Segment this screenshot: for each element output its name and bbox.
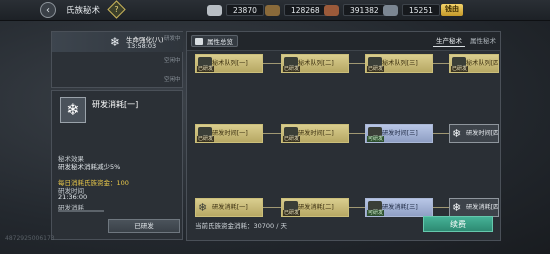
tech-node-label: 研发消耗[二] — [298, 204, 334, 211]
tab-attribute[interactable]: 属性秘术 — [467, 35, 499, 47]
tree-connector — [349, 63, 365, 64]
tech-node-label: 研发消耗[三] — [382, 204, 418, 211]
research-queue: ❄ 生命强化(八) 13:58:03 研发中 空闲中 空闲中 — [51, 31, 183, 88]
tech-node-status: 已研发 — [451, 66, 469, 72]
tech-node-label: 研发时间[一] — [212, 130, 248, 137]
tree-connector — [263, 207, 281, 208]
tech-node-label: 研发时间[四] — [466, 130, 499, 137]
tech-node-status: 可研发 — [367, 210, 385, 216]
attribute-overview-label: 属性总览 — [207, 38, 233, 46]
clan-funds-consumption: 当前氏族资金消耗：30700 / 天 — [195, 222, 287, 230]
tech-node-status: 已研发 — [197, 136, 215, 142]
tech-node[interactable]: ❄ 研发消耗[一] — [195, 198, 263, 217]
tech-node[interactable]: 研发时间[二] 已研发 — [281, 124, 349, 143]
snowflake-icon: ❄ — [452, 201, 462, 214]
tech-node-status: 已研发 — [367, 66, 385, 72]
tech-tree-panel: 属性总览 生产秘术 属性秘术 秘术队列[一] 已研发 秘术队列[二] 已研发 秘… — [186, 31, 501, 241]
tree-connector — [433, 133, 449, 134]
tech-node-status: 已研发 — [283, 136, 301, 142]
tech-node-status: 可研发 — [367, 136, 385, 142]
tree-connector — [349, 207, 365, 208]
help-diamond-icon[interactable]: ? — [107, 0, 126, 19]
tech-node[interactable]: 秘术队列[四] 已研发 — [449, 54, 499, 73]
tech-node-status: 已研发 — [283, 210, 301, 216]
tree-connector — [433, 207, 449, 208]
tech-node-label: 研发消耗[一] — [212, 204, 248, 211]
resource-value: 391382 — [343, 4, 386, 16]
queue-slot-status: 研发中 — [164, 36, 181, 42]
food-icon — [324, 4, 339, 16]
tech-detail-panel: ❄ 研发消耗[一] 秘术效果 研发秘术消耗减少5% 每日消耗氏族资金：100 研… — [51, 90, 183, 240]
back-arrow-icon[interactable]: ‹ — [40, 2, 56, 18]
researched-button[interactable]: 已研发 — [108, 219, 180, 233]
tab-production[interactable]: 生产秘术 — [433, 35, 465, 47]
watermark: 4872925006173 — [5, 235, 55, 242]
snowflake-icon: ❄ — [60, 97, 86, 123]
tech-node-label: 研发时间[二] — [298, 130, 334, 137]
tech-node-status: 已研发 — [197, 66, 215, 72]
silver-icon — [207, 4, 222, 16]
clan-tech-screen: ‹ 氏族秘术 ? 23870 128268 391382 15251 钱由 ❄ … — [0, 0, 550, 254]
resource-value: 15251 — [402, 4, 440, 16]
tree-connector — [349, 133, 365, 134]
tech-node[interactable]: 秘术队列[一] 已研发 — [195, 54, 263, 73]
snowflake-icon: ❄ — [198, 201, 208, 214]
tech-node-label: 秘术队列[四] — [466, 60, 499, 67]
tech-node[interactable]: 研发消耗[二] 已研发 — [281, 198, 349, 217]
tech-node-label: 秘术队列[一] — [212, 60, 248, 67]
snowflake-icon: ❄ — [452, 127, 462, 140]
gold-button[interactable]: 钱由 — [441, 4, 463, 16]
resource-food: 391382 — [324, 3, 386, 17]
page-title: 氏族秘术 — [66, 6, 101, 16]
tech-node-label: 秘术队列[三] — [382, 60, 418, 67]
tech-node[interactable]: 研发时间[三] 可研发 — [365, 124, 433, 143]
resource-iron: 15251 — [383, 3, 440, 17]
resource-value: 128268 — [284, 4, 327, 16]
tree-connector — [263, 63, 281, 64]
tree-connector — [433, 63, 449, 64]
tech-node[interactable]: 研发消耗[三] 可研发 — [365, 198, 433, 217]
tech-name: 研发消耗[一] — [92, 100, 139, 109]
top-bar: ‹ 氏族秘术 ? 23870 128268 391382 15251 钱由 — [0, 0, 550, 21]
resource-silver: 23870 — [207, 3, 264, 17]
tech-node[interactable]: 研发时间[一] 已研发 — [195, 124, 263, 143]
tech-node-label: 秘术队列[二] — [298, 60, 334, 67]
tech-node-label: 研发消耗[四] — [466, 204, 499, 211]
tree-header: 属性总览 生产秘术 属性秘术 — [187, 32, 500, 51]
resource-wood: 128268 — [265, 3, 327, 17]
time-value: 21:36:00 — [58, 193, 88, 201]
snowflake-icon: ❄ — [109, 35, 121, 49]
tech-node[interactable]: 秘术队列[三] 已研发 — [365, 54, 433, 73]
wood-icon — [265, 4, 280, 16]
iron-icon — [383, 4, 398, 16]
tech-node[interactable]: ❄ 研发消耗[四] — [449, 198, 499, 217]
resource-value: 23870 — [226, 4, 264, 16]
effect-value: 研发秘术消耗减少5% — [58, 163, 121, 171]
attribute-overview-button[interactable]: 属性总览 — [191, 35, 238, 47]
tech-node[interactable]: ❄ 研发时间[四] — [449, 124, 499, 143]
cost-bar — [58, 210, 104, 212]
tech-node-label: 研发时间[三] — [382, 130, 418, 137]
list-icon — [195, 38, 203, 45]
tech-node[interactable]: 秘术队列[二] 已研发 — [281, 54, 349, 73]
tech-node-status: 已研发 — [283, 66, 301, 72]
queue-slot-status[interactable]: 空闲中 — [164, 56, 181, 64]
tree-connector — [263, 133, 281, 134]
queue-slot-status[interactable]: 空闲中 — [164, 75, 181, 83]
renew-button[interactable]: 续费 — [423, 216, 493, 232]
queue-timer: 13:58:03 — [127, 42, 157, 50]
